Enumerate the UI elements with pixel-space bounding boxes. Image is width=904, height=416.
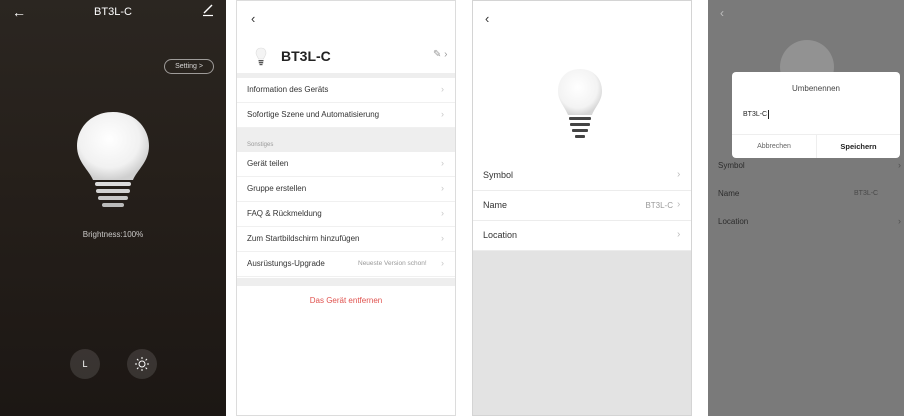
list-item-scene-automation[interactable]: Sofortige Szene und Automatisierung › xyxy=(237,103,455,128)
setting-button[interactable]: Setting > xyxy=(164,59,214,74)
chevron-right-icon: › xyxy=(441,84,444,94)
list-item-device-info[interactable]: Information des Geräts › xyxy=(237,78,455,103)
list-item-label: Zum Startbildschirm hinzufügen xyxy=(247,234,360,243)
edit-pencil-icon[interactable] xyxy=(200,2,216,18)
name-row: Name BT3L-C xyxy=(708,183,904,207)
device-name-row[interactable]: BT3L-C ✎ › xyxy=(237,39,455,73)
device-name: BT3L-C xyxy=(281,48,331,64)
list-item-faq[interactable]: FAQ & Rückmeldung › xyxy=(237,202,455,227)
chevron-right-icon: › xyxy=(898,160,901,170)
timer-button[interactable]: L xyxy=(70,349,100,379)
device-edit-screen: ‹ Symbol › Name BT3L-C › Location › xyxy=(472,0,692,416)
list-item-create-group[interactable]: Gruppe erstellen › xyxy=(237,177,455,202)
row-label: Symbol xyxy=(718,161,745,170)
row-value: BT3L-C xyxy=(645,201,673,210)
back-icon: ‹ xyxy=(720,6,724,20)
row-value: BT3L-C xyxy=(854,190,879,197)
bulb-icon xyxy=(255,47,267,66)
row-label: Name xyxy=(718,189,740,198)
save-button[interactable]: Speichern xyxy=(816,134,900,158)
row-label: Name xyxy=(483,200,508,210)
bulb-icon[interactable] xyxy=(73,110,153,220)
rename-dialog-screen: ‹ Symbol › Name BT3L-C Location › Umbene… xyxy=(708,0,904,416)
chevron-right-icon: › xyxy=(441,233,444,243)
list-item-label: Information des Geräts xyxy=(247,85,329,94)
chevron-right-icon: › xyxy=(441,183,444,193)
name-row[interactable]: Name BT3L-C › xyxy=(473,191,691,221)
chevron-right-icon: › xyxy=(677,229,681,240)
timer-label: L xyxy=(82,359,88,369)
text-cursor xyxy=(768,109,770,119)
section-header: Sonstiges xyxy=(247,142,274,148)
chevron-right-icon: › xyxy=(441,158,444,168)
back-icon[interactable]: ‹ xyxy=(485,11,489,26)
location-row: Location › xyxy=(708,211,904,235)
device-control-screen: ← BT3L-C Setting > Brightness:100% L xyxy=(0,0,226,416)
rename-input-value: BT3L-C xyxy=(743,111,768,118)
list-item-label: Gerät teilen xyxy=(247,159,289,168)
chevron-right-icon: › xyxy=(441,258,444,268)
device-settings-screen: ‹ BT3L-C ✎ › Information des Geräts › So… xyxy=(236,0,456,416)
header-area: ‹ xyxy=(473,1,691,161)
list-item-label: Sofortige Szene und Automatisierung xyxy=(247,110,380,119)
upgrade-status: Neueste Version schon! xyxy=(358,260,427,267)
row-label: Location xyxy=(718,217,749,226)
list-item-upgrade[interactable]: Ausrüstungs-Upgrade Neueste Version scho… xyxy=(237,252,455,277)
bulb-icon xyxy=(558,69,602,138)
chevron-right-icon: › xyxy=(898,216,901,226)
brightness-label: Brightness:100% xyxy=(82,230,144,239)
list-item-label: Gruppe erstellen xyxy=(247,184,307,193)
list-item-label: FAQ & Rückmeldung xyxy=(247,209,322,218)
section-background xyxy=(237,128,455,152)
chevron-right-icon: › xyxy=(677,199,681,210)
dialog-title: Umbenennen xyxy=(791,84,841,93)
brightness-button[interactable] xyxy=(127,349,157,379)
rename-input[interactable]: BT3L-C xyxy=(743,107,891,123)
chevron-right-icon: › xyxy=(441,208,444,218)
chevron-right-icon: › xyxy=(441,109,444,119)
sun-icon xyxy=(135,357,149,371)
list-item-share-device[interactable]: Gerät teilen › xyxy=(237,152,455,177)
cancel-button[interactable]: Abbrechen xyxy=(732,134,816,158)
back-icon[interactable]: ‹ xyxy=(251,11,255,26)
remove-device-button[interactable]: Das Gerät entfernen xyxy=(237,296,455,305)
device-title: BT3L-C xyxy=(94,6,132,18)
rename-dialog: Umbenennen BT3L-C Abbrechen Speichern xyxy=(732,72,900,158)
list-item-add-homescreen[interactable]: Zum Startbildschirm hinzufügen › xyxy=(237,227,455,252)
row-label: Symbol xyxy=(483,170,514,180)
symbol-row[interactable]: Symbol › xyxy=(473,161,691,191)
edit-pencil-icon[interactable]: ✎ › xyxy=(433,49,448,60)
chevron-right-icon: › xyxy=(677,169,681,180)
list-item-label: Ausrüstungs-Upgrade xyxy=(247,259,325,268)
divider xyxy=(237,278,455,286)
top-bar: ← BT3L-C xyxy=(0,0,226,24)
location-row[interactable]: Location › xyxy=(473,221,691,251)
row-label: Location xyxy=(483,230,518,240)
